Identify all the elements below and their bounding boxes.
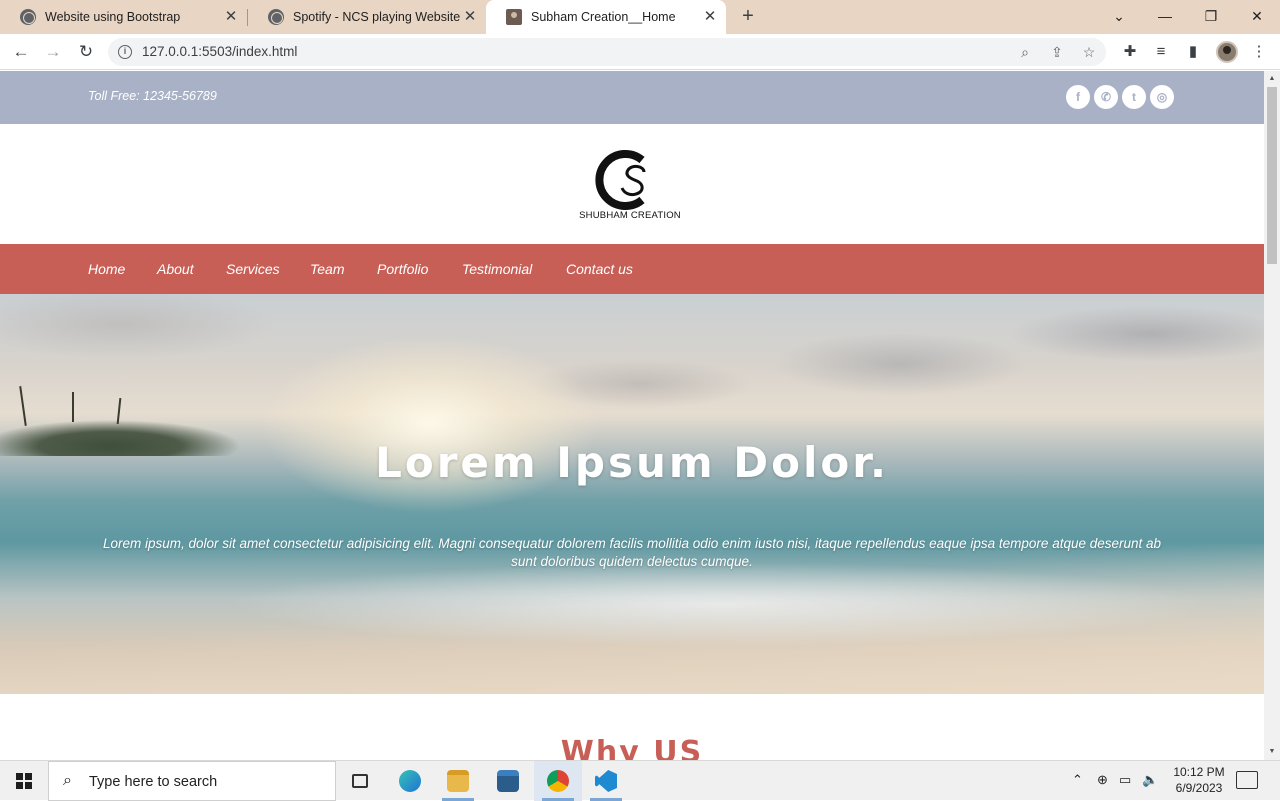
browser-tab[interactable]: Website using Bootstrap ✕ xyxy=(0,0,247,34)
browser-tab-active[interactable]: Subham Creation__Home ✕ xyxy=(486,0,726,34)
instagram-icon[interactable]: ◎ xyxy=(1150,85,1174,109)
twitter-icon[interactable]: t xyxy=(1122,85,1146,109)
why-us-heading: Why US xyxy=(560,735,704,760)
site-favicon-icon xyxy=(506,9,522,25)
location-icon[interactable]: ⊕ xyxy=(1097,772,1108,788)
page-viewport: Toll Free: 12345-56789 f ✆ t ◎ SHUBHAM C… xyxy=(0,71,1264,760)
top-info-bar: Toll Free: 12345-56789 f ✆ t ◎ xyxy=(0,71,1264,124)
zoom-icon[interactable]: ⌕ xyxy=(1016,43,1034,61)
hero-sunlight xyxy=(260,334,600,514)
windows-taskbar: ⌕ Type here to search ⌃ ⊕ ▭ 🔈 10:12 PM 6… xyxy=(0,760,1280,801)
tab-title: Website using Bootstrap xyxy=(45,10,181,24)
start-button[interactable] xyxy=(0,761,48,801)
search-icon: ⌕ xyxy=(63,772,72,789)
volume-icon[interactable]: 🔈 xyxy=(1142,772,1158,788)
site-info-icon[interactable]: i xyxy=(118,45,132,59)
browser-toolbar: ← → ↻ i 127.0.0.1:5503/index.html ⌕ ⇪ ☆ … xyxy=(0,34,1280,70)
clock-time: 10:12 PM xyxy=(1173,765,1225,779)
main-navigation: Home About Services Team Portfolio Testi… xyxy=(0,244,1264,294)
tab-title: Subham Creation__Home xyxy=(531,10,676,24)
menu-kebab-icon[interactable]: ⋮ xyxy=(1249,42,1269,62)
taskbar-search-placeholder: Type here to search xyxy=(89,774,218,790)
globe-icon xyxy=(268,9,284,25)
store-icon xyxy=(497,770,519,792)
back-arrow-icon[interactable]: ← xyxy=(10,41,32,63)
hero-title: Lorem Ipsum Dolor. xyxy=(375,438,889,487)
address-bar[interactable]: i 127.0.0.1:5503/index.html ⌕ ⇪ ☆ xyxy=(108,38,1106,66)
system-clock[interactable]: 10:12 PM 6/9/2023 xyxy=(1160,764,1238,796)
task-view-icon xyxy=(352,774,368,788)
whatsapp-icon[interactable]: ✆ xyxy=(1094,85,1118,109)
tab-search-chevron-icon[interactable]: ⌄ xyxy=(1096,0,1142,34)
taskbar-search[interactable]: ⌕ Type here to search xyxy=(48,761,336,801)
nav-home[interactable]: Home xyxy=(88,261,125,277)
globe-icon xyxy=(20,9,36,25)
side-panel-icon[interactable]: ▮ xyxy=(1183,42,1203,62)
close-tab-icon[interactable]: ✕ xyxy=(223,9,239,25)
page-scrollbar[interactable]: ▲ ▼ xyxy=(1264,71,1280,760)
reload-icon[interactable]: ↻ xyxy=(75,41,97,63)
network-icon[interactable]: ▭ xyxy=(1119,772,1131,788)
forward-arrow-icon[interactable]: → xyxy=(42,41,64,63)
nav-portfolio[interactable]: Portfolio xyxy=(377,261,428,277)
extensions-icon[interactable]: ✚ xyxy=(1120,42,1140,62)
bookmark-star-icon[interactable]: ☆ xyxy=(1080,43,1098,61)
vscode-icon xyxy=(595,770,617,792)
brand-logo-icon[interactable] xyxy=(592,148,662,212)
close-tab-icon[interactable]: ✕ xyxy=(462,9,478,25)
nav-testimonial[interactable]: Testimonial xyxy=(462,261,532,277)
hero-banner: Lorem Ipsum Dolor. Lorem ipsum, dolor si… xyxy=(0,294,1264,694)
scrollbar-thumb[interactable] xyxy=(1267,87,1277,264)
close-tab-icon[interactable]: ✕ xyxy=(702,9,718,25)
close-window-button[interactable]: ✕ xyxy=(1234,0,1280,34)
notification-icon[interactable] xyxy=(1236,771,1258,789)
folder-icon xyxy=(447,770,469,792)
taskbar-edge[interactable] xyxy=(386,761,434,801)
restore-button[interactable]: ❐ xyxy=(1188,0,1234,34)
share-icon[interactable]: ⇪ xyxy=(1048,43,1066,61)
clock-date: 6/9/2023 xyxy=(1175,781,1223,795)
palm-tree xyxy=(72,392,74,422)
nav-about[interactable]: About xyxy=(157,261,194,277)
hero-description: Lorem ipsum, dolor sit amet consectetur … xyxy=(102,536,1162,569)
toll-free-text: Toll Free: 12345-56789 xyxy=(88,89,217,103)
logo-header: SHUBHAM CREATION xyxy=(0,124,1264,244)
facebook-icon[interactable]: f xyxy=(1066,85,1090,109)
taskbar-store[interactable] xyxy=(484,761,532,801)
profile-avatar[interactable] xyxy=(1216,41,1238,63)
address-url[interactable]: 127.0.0.1:5503/index.html xyxy=(142,44,297,59)
nav-contact-us[interactable]: Contact us xyxy=(566,261,633,277)
task-view-button[interactable] xyxy=(336,761,384,801)
scroll-down-icon[interactable]: ▼ xyxy=(1264,744,1280,760)
tray-chevron-icon[interactable]: ⌃ xyxy=(1072,772,1083,788)
brand-logo-text: SHUBHAM CREATION xyxy=(579,210,681,221)
chrome-icon xyxy=(547,770,569,792)
taskbar-chrome[interactable] xyxy=(534,761,582,801)
edge-icon xyxy=(399,770,421,792)
browser-tab[interactable]: Spotify - NCS playing Website ✕ xyxy=(248,0,486,34)
media-control-icon[interactable]: ≡ xyxy=(1151,42,1171,62)
tab-title: Spotify - NCS playing Website xyxy=(293,10,461,24)
minimize-button[interactable]: — xyxy=(1142,0,1188,34)
taskbar-file-explorer[interactable] xyxy=(434,761,482,801)
nav-team[interactable]: Team xyxy=(310,261,345,277)
new-tab-button[interactable]: + xyxy=(738,6,758,26)
taskbar-vscode[interactable] xyxy=(582,761,630,801)
nav-services[interactable]: Services xyxy=(226,261,280,277)
windows-logo-icon xyxy=(16,773,32,789)
scroll-up-icon[interactable]: ▲ xyxy=(1264,71,1280,87)
browser-tab-bar: Website using Bootstrap ✕ Spotify - NCS … xyxy=(0,0,1280,34)
